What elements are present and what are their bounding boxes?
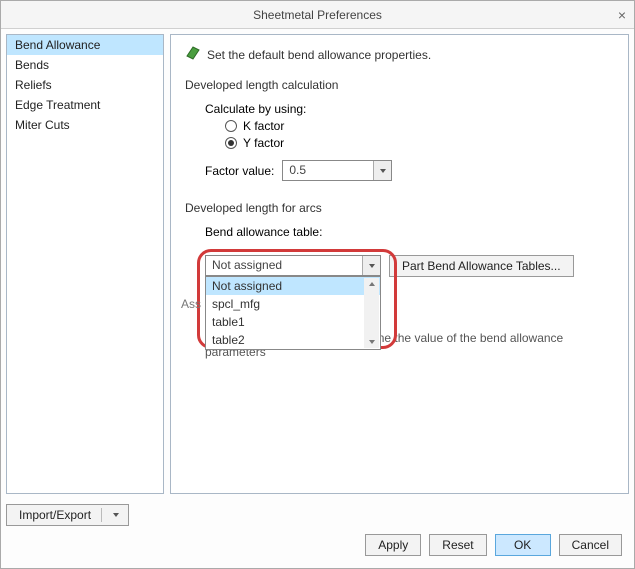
dropdown-scrollbar[interactable] [364,278,379,348]
radio-icon [225,137,237,149]
bat-label: Bend allowance table: [185,225,614,239]
bat-combobox[interactable]: Not assigned [205,255,381,276]
dialog-footer: Import/Export Apply Reset OK Cancel [1,499,634,568]
apply-button[interactable]: Apply [365,534,421,556]
chevron-down-icon [112,511,120,519]
sidebar-item-miter-cuts[interactable]: Miter Cuts [7,115,163,135]
factor-value-input[interactable]: 0.5 [282,160,392,181]
part-bat-button[interactable]: Part Bend Allowance Tables... [389,255,574,277]
assigned-material-hint: Ass [181,297,201,311]
radio-icon [225,120,237,132]
sidebar-item-bend-allowance[interactable]: Bend Allowance [7,35,163,55]
header-text: Set the default bend allowance propertie… [207,48,431,62]
section-developed-length-arcs: Developed length for arcs [185,201,614,215]
nav-sidebar: Bend Allowance Bends Reliefs Edge Treatm… [6,34,164,494]
chevron-up-icon [368,280,376,288]
radio-k-factor[interactable]: K factor [225,119,614,133]
window-title: Sheetmetal Preferences [253,8,382,22]
reset-button[interactable]: Reset [429,534,486,556]
dialog-body: Bend Allowance Bends Reliefs Edge Treatm… [1,29,634,499]
sidebar-item-edge-treatment[interactable]: Edge Treatment [7,95,163,115]
chevron-down-icon[interactable] [362,256,380,275]
ok-button[interactable]: OK [495,534,551,556]
bat-option-table1[interactable]: table1 [206,313,380,331]
chevron-down-icon[interactable] [373,161,391,180]
section-developed-length-calc: Developed length calculation [185,78,614,92]
calc-by-label: Calculate by using: [185,102,614,116]
dialog-window: Sheetmetal Preferences × Bend Allowance … [0,0,635,569]
sheetmetal-icon [185,45,201,64]
bat-option-not-assigned[interactable]: Not assigned [206,277,380,295]
sidebar-item-bends[interactable]: Bends [7,55,163,75]
radio-y-factor[interactable]: Y factor [225,136,614,150]
content-pane: Set the default bend allowance propertie… [170,34,629,494]
bat-option-table2[interactable]: table2 [206,331,380,349]
factor-value-label: Factor value: [205,164,274,178]
bat-dropdown-area: Not assigned Not assigned spcl_mfg table… [205,255,381,276]
chevron-down-icon [368,338,376,346]
bat-option-spcl-mfg[interactable]: spcl_mfg [206,295,380,313]
close-icon[interactable]: × [618,1,626,29]
sidebar-item-reliefs[interactable]: Reliefs [7,75,163,95]
import-export-button[interactable]: Import/Export [6,504,129,526]
bat-dropdown-list: Not assigned spcl_mfg table1 table2 [205,276,381,350]
title-bar: Sheetmetal Preferences × [1,1,634,29]
cancel-button[interactable]: Cancel [559,534,622,556]
header-row: Set the default bend allowance propertie… [185,45,614,64]
